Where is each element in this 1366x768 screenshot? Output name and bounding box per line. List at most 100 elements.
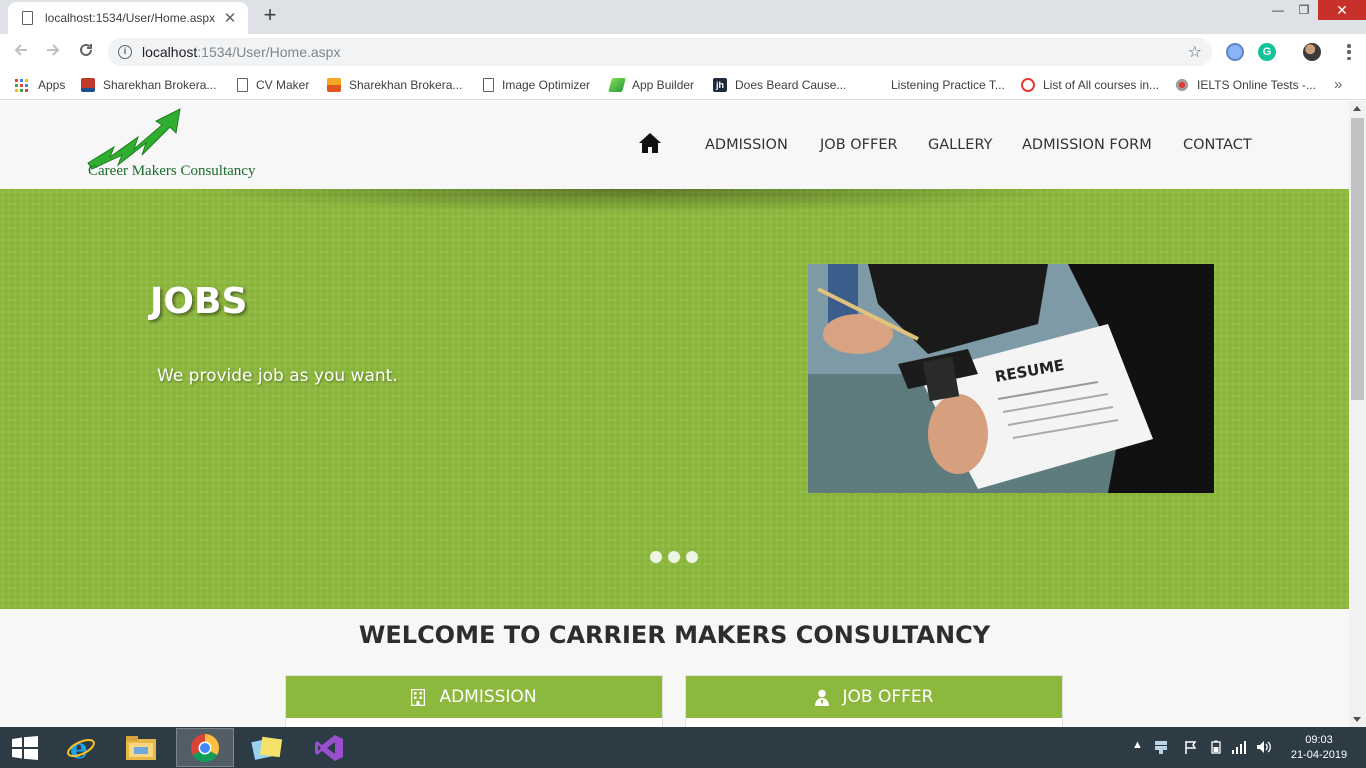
address-bar[interactable]: i localhost:1534/User/Home.aspx ☆ bbox=[108, 38, 1212, 66]
reload-button[interactable] bbox=[74, 40, 98, 64]
signal-icon[interactable] bbox=[1231, 740, 1247, 757]
back-button[interactable] bbox=[9, 40, 33, 64]
user-tie-icon bbox=[814, 689, 829, 706]
tray-overflow-icon[interactable]: ▲ bbox=[1132, 739, 1143, 751]
battery-icon[interactable] bbox=[1211, 740, 1221, 757]
scrollbar-thumb[interactable] bbox=[1351, 118, 1364, 400]
bookmark-label: Does Beard Cause... bbox=[735, 78, 847, 92]
bookmark-sharekhan-2[interactable]: Sharekhan Brokera... bbox=[327, 76, 462, 94]
reload-icon bbox=[80, 43, 92, 56]
courses-icon bbox=[1021, 78, 1035, 92]
taskbar-clock[interactable]: 09:03 21-04-2019 bbox=[1284, 733, 1354, 763]
page-icon bbox=[22, 11, 33, 25]
taskbar-visual-studio[interactable] bbox=[300, 728, 358, 767]
bookmark-cv-maker[interactable]: CV Maker bbox=[237, 76, 309, 94]
profile-avatar[interactable] bbox=[1303, 43, 1321, 61]
back-arrow-icon bbox=[14, 44, 27, 56]
jh-icon: jh bbox=[713, 78, 727, 92]
folder-icon bbox=[126, 735, 156, 760]
bookmark-label: Sharekhan Brokera... bbox=[103, 78, 217, 92]
scroll-up-icon[interactable] bbox=[1353, 106, 1361, 111]
job-offer-card-header[interactable]: JOB OFFER bbox=[686, 676, 1062, 718]
url-host: localhost bbox=[142, 44, 198, 60]
maximize-button[interactable]: ❐ bbox=[1292, 0, 1316, 20]
apps-grid-icon bbox=[15, 78, 28, 92]
welcome-heading: WELCOME TO CARRIER MAKERS CONSULTANCY bbox=[358, 621, 991, 649]
slider-dot[interactable] bbox=[668, 551, 680, 563]
forward-button[interactable] bbox=[41, 40, 65, 64]
bookmark-label: App Builder bbox=[632, 78, 695, 92]
new-tab-button[interactable]: + bbox=[258, 4, 282, 28]
job-offer-card: JOB OFFER bbox=[685, 675, 1063, 727]
admission-card: ADMISSION bbox=[285, 675, 663, 727]
home-icon[interactable] bbox=[638, 132, 662, 154]
taskbar-photos[interactable] bbox=[238, 728, 296, 767]
bookmark-label: Apps bbox=[38, 78, 66, 92]
ielts-icon bbox=[1175, 78, 1189, 92]
browser-menu-button[interactable] bbox=[1340, 42, 1358, 62]
bookmark-sharekhan-1[interactable]: Sharekhan Brokera... bbox=[81, 76, 216, 94]
volume-icon[interactable] bbox=[1256, 740, 1272, 757]
resume-photo: RESUME bbox=[808, 264, 1214, 493]
bookmark-label: Sharekhan Brokera... bbox=[349, 78, 463, 92]
bookmark-listening[interactable]: Listening Practice T... bbox=[891, 76, 1005, 94]
bookmark-image-optimizer[interactable]: Image Optimizer bbox=[483, 76, 590, 94]
network-sync-icon[interactable] bbox=[1153, 740, 1169, 757]
internet-explorer-icon: e bbox=[67, 733, 95, 763]
minimize-button[interactable]: — bbox=[1266, 0, 1290, 20]
url-path: :1534/User/Home.aspx bbox=[197, 44, 341, 60]
bookmark-app-builder[interactable]: App Builder bbox=[608, 76, 695, 94]
bookmark-label: CV Maker bbox=[256, 78, 310, 92]
app-builder-icon bbox=[608, 78, 626, 92]
bookmark-apps[interactable]: Apps bbox=[15, 76, 65, 94]
tab-close-button[interactable]: ✕ bbox=[222, 9, 238, 27]
taskbar-ie[interactable]: e bbox=[52, 728, 110, 767]
sharekhan-icon bbox=[81, 78, 95, 92]
slider-dots bbox=[650, 551, 698, 563]
page-scrollbar[interactable] bbox=[1349, 101, 1366, 727]
job-offer-card-label: JOB OFFER bbox=[842, 687, 934, 707]
bookmark-ielts[interactable]: IELTS Online Tests -... bbox=[1175, 76, 1316, 94]
forward-arrow-icon bbox=[47, 44, 60, 56]
admission-card-header[interactable]: ADMISSION bbox=[286, 676, 662, 718]
chrome-icon bbox=[191, 733, 219, 762]
taskbar-file-explorer[interactable] bbox=[112, 728, 170, 767]
header-shadow bbox=[180, 189, 1080, 213]
windows-taskbar: e ▲ 09:03 21-04-2019 bbox=[0, 727, 1366, 768]
browser-toolbar: i localhost:1534/User/Home.aspx ☆ G bbox=[0, 34, 1366, 70]
slider-dot[interactable] bbox=[650, 551, 662, 563]
nav-contact[interactable]: CONTACT bbox=[1183, 137, 1252, 153]
bookmarks-bar: Apps Sharekhan Brokera... CV Maker Share… bbox=[0, 70, 1366, 100]
logo-text[interactable]: Career Makers Consultancy bbox=[88, 163, 255, 180]
browser-tab[interactable]: localhost:1534/User/Home.aspx ✕ bbox=[8, 2, 248, 34]
nav-job-offer[interactable]: JOB OFFER bbox=[820, 137, 898, 153]
tab-title: localhost:1534/User/Home.aspx bbox=[45, 11, 216, 25]
tab-strip: localhost:1534/User/Home.aspx ✕ + — ❐ ✕ bbox=[0, 0, 1366, 34]
sharekhan-icon bbox=[327, 78, 341, 92]
photos-icon bbox=[251, 736, 283, 760]
site-header: Career Makers Consultancy ADMISSION JOB … bbox=[0, 101, 1349, 189]
start-button[interactable] bbox=[0, 728, 50, 767]
bookmark-beard[interactable]: jh Does Beard Cause... bbox=[713, 76, 846, 94]
info-icon[interactable]: i bbox=[118, 45, 132, 59]
bookmark-star-icon[interactable]: ☆ bbox=[1188, 42, 1202, 62]
admission-card-label: ADMISSION bbox=[439, 687, 537, 707]
nav-admission-form[interactable]: ADMISSION FORM bbox=[1022, 137, 1152, 153]
windows-logo-icon bbox=[12, 735, 38, 760]
building-icon bbox=[411, 688, 426, 706]
nav-admission[interactable]: ADMISSION bbox=[705, 137, 788, 153]
action-center-flag-icon[interactable] bbox=[1184, 740, 1198, 757]
grammarly-icon[interactable]: G bbox=[1258, 43, 1276, 61]
nav-gallery[interactable]: GALLERY bbox=[928, 137, 992, 153]
bookmarks-overflow-icon[interactable]: » bbox=[1334, 76, 1342, 93]
page-icon bbox=[483, 78, 494, 92]
clock-time: 09:03 bbox=[1305, 734, 1333, 746]
extension-icon[interactable] bbox=[1226, 43, 1244, 61]
window-close-button[interactable]: ✕ bbox=[1318, 0, 1366, 20]
bookmark-courses[interactable]: List of All courses in... bbox=[1021, 76, 1159, 94]
hero-subtitle: We provide job as you want. bbox=[157, 366, 398, 386]
taskbar-chrome[interactable] bbox=[176, 728, 234, 767]
slider-dot[interactable] bbox=[686, 551, 698, 563]
resume-image: RESUME bbox=[808, 264, 1214, 493]
scroll-down-icon[interactable] bbox=[1353, 717, 1361, 722]
